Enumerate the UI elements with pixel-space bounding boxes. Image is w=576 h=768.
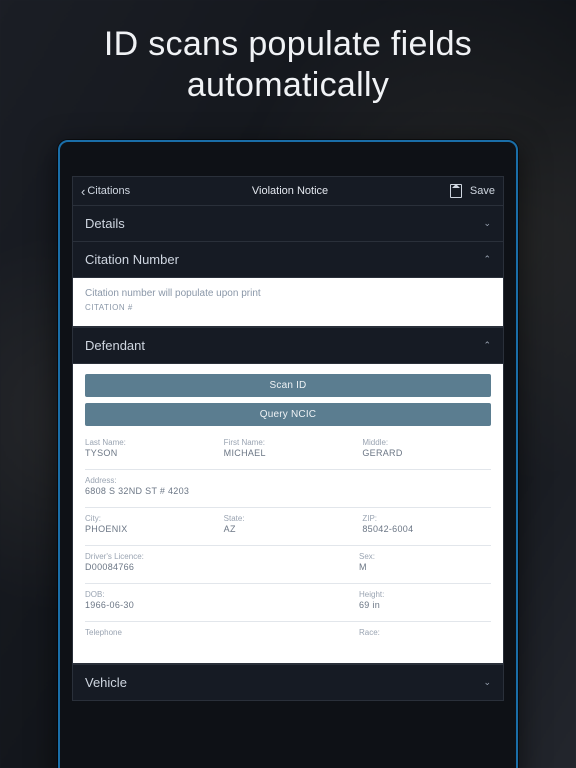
label-middle: Middle: <box>362 438 491 447</box>
section-citation[interactable]: Citation Number ⌃ <box>72 242 504 278</box>
value-race[interactable] <box>359 638 491 649</box>
section-vehicle[interactable]: Vehicle ⌄ <box>72 664 504 701</box>
query-ncic-button[interactable]: Query NCIC <box>85 403 491 426</box>
value-last-name[interactable]: TYSON <box>85 448 214 459</box>
defendant-panel: Scan ID Query NCIC Last Name: TYSON Firs… <box>72 364 504 664</box>
chevron-up-icon: ⌃ <box>483 254 491 265</box>
citation-hint: Citation number will populate upon print <box>85 288 491 299</box>
value-dl[interactable]: D00084766 <box>85 562 349 573</box>
chevron-down-icon: ⌄ <box>483 677 491 688</box>
value-zip[interactable]: 85042-6004 <box>362 524 491 535</box>
value-telephone[interactable] <box>85 638 349 649</box>
section-vehicle-title: Vehicle <box>85 675 127 690</box>
section-citation-title: Citation Number <box>85 252 179 267</box>
label-sex: Sex: <box>359 552 491 561</box>
value-state[interactable]: AZ <box>224 524 353 535</box>
value-first-name[interactable]: MICHAEL <box>224 448 353 459</box>
label-zip: ZIP: <box>362 514 491 523</box>
label-first-name: First Name: <box>224 438 353 447</box>
chevron-left-icon: ‹ <box>81 185 85 198</box>
device-frame: ‹ Citations Violation Notice Save Detail… <box>58 140 518 768</box>
section-defendant-title: Defendant <box>85 338 145 353</box>
label-address: Address: <box>85 476 491 485</box>
share-icon[interactable] <box>450 184 462 198</box>
section-details-title: Details <box>85 216 125 231</box>
label-telephone: Telephone <box>85 628 349 637</box>
back-label: Citations <box>87 185 130 197</box>
value-middle[interactable]: GERARD <box>362 448 491 459</box>
label-dl: Driver's Licence: <box>85 552 349 561</box>
citation-sublabel: CITATION # <box>85 303 491 312</box>
label-state: State: <box>224 514 353 523</box>
value-sex[interactable]: M <box>359 562 491 573</box>
label-last-name: Last Name: <box>85 438 214 447</box>
value-height[interactable]: 69 in <box>359 600 491 611</box>
divider <box>85 583 491 584</box>
divider <box>85 507 491 508</box>
divider <box>85 621 491 622</box>
divider <box>85 545 491 546</box>
marketing-headline: ID scans populate fields automatically <box>0 0 576 124</box>
value-dob[interactable]: 1966-06-30 <box>85 600 349 611</box>
navbar: ‹ Citations Violation Notice Save <box>72 176 504 205</box>
section-defendant[interactable]: Defendant ⌃ <box>72 327 504 364</box>
value-city[interactable]: PHOENIX <box>85 524 214 535</box>
chevron-down-icon: ⌄ <box>483 218 491 229</box>
label-city: City: <box>85 514 214 523</box>
save-button[interactable]: Save <box>470 185 495 197</box>
divider <box>85 469 491 470</box>
label-race: Race: <box>359 628 491 637</box>
label-height: Height: <box>359 590 491 599</box>
chevron-up-icon: ⌃ <box>483 340 491 351</box>
back-button[interactable]: ‹ Citations <box>81 185 130 198</box>
page-title: Violation Notice <box>252 185 328 197</box>
scan-id-button[interactable]: Scan ID <box>85 374 491 397</box>
citation-panel: Citation number will populate upon print… <box>72 278 504 327</box>
label-dob: DOB: <box>85 590 349 599</box>
value-address[interactable]: 6808 S 32ND ST # 4203 <box>85 486 491 497</box>
section-details[interactable]: Details ⌄ <box>72 205 504 242</box>
